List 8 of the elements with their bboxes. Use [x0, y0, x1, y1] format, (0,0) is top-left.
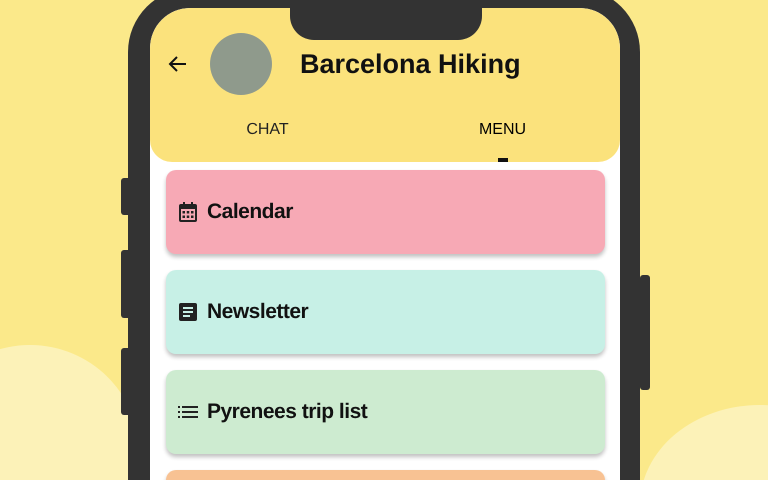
menu-card[interactable]: Newsletter	[166, 270, 605, 354]
tab[interactable]: CHAT	[150, 108, 385, 162]
document-icon	[176, 300, 200, 324]
group-title: Barcelona Hiking	[300, 48, 521, 80]
menu-card[interactable]: Calendar	[166, 170, 605, 254]
tab[interactable]: MENU	[385, 108, 620, 162]
calendar-icon	[176, 200, 200, 224]
menu-card[interactable]: Pyrenees trip list	[166, 370, 605, 454]
